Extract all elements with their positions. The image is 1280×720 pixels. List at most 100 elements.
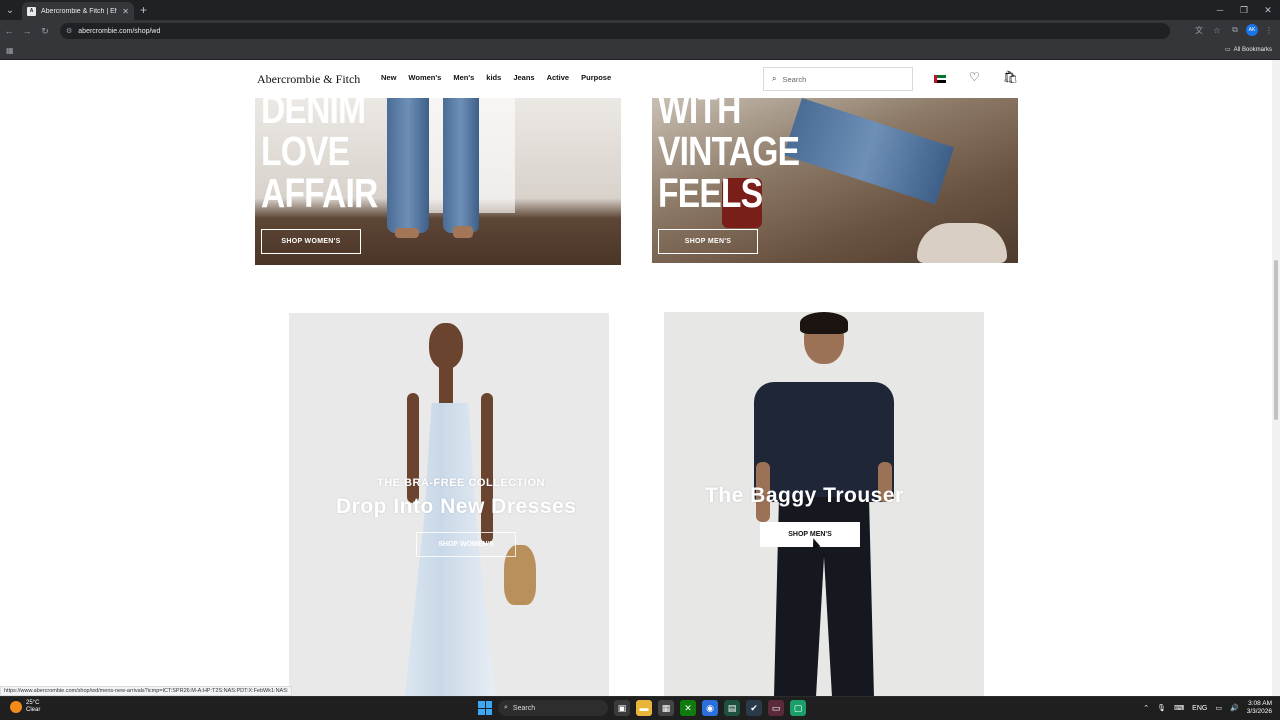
translate-icon[interactable]: 文 [1192,23,1206,37]
shopping-bag-icon[interactable]: 🛍 [1003,70,1018,84]
search-icon: ⌕ [772,74,777,83]
clock-time: 3:08 AM [1248,700,1272,707]
site-header: Abercrombie & Fitch New Women's Men's ki… [0,60,1272,98]
new-tab-icon[interactable]: + [140,3,147,17]
headline-line: AFFAIR [261,170,378,216]
windows-start-icon[interactable] [478,701,492,715]
file-explorer-icon[interactable]: ▬ [636,700,652,716]
tray-chevron-icon[interactable]: ⌃ [1143,704,1149,712]
restore-icon[interactable]: ❐ [1232,0,1256,20]
site-favicon-icon: A [27,6,36,16]
profile-avatar[interactable]: AK [1246,24,1258,36]
promo-tile-mens-vintage[interactable]: WITH VINTAGE FEELS SHOP MEN'S [652,98,1018,263]
tab-search-icon[interactable]: ⌄ [0,0,20,20]
jeans-seated [783,98,955,205]
app-green-icon[interactable]: ▢ [790,700,806,716]
volume-icon[interactable]: 🔊 [1230,704,1239,712]
weather-temp: 25°C [26,700,40,706]
weather-desc: Clear [26,707,41,713]
shop-mens-button[interactable]: SHOP MEN'S [658,229,758,254]
weather-widget[interactable]: 25°C Clear [10,700,40,714]
headline-denim-love-affair: DENIM LOVE AFFAIR [261,98,378,216]
system-tray: ⌃ 🎙 ⌨ ENG ▭ 🔊 3:08 AM 3/3/2026 [1143,700,1272,716]
forward-icon[interactable]: → [18,26,36,36]
collection-kicker: THE BRA-FREE COLLECTION [377,477,545,489]
taskbar-search[interactable]: ⌕ Search [498,700,608,716]
foot-left [395,228,419,238]
web-page: Abercrombie & Fitch New Women's Men's ki… [0,60,1280,696]
site-search-input[interactable]: ⌕ Search [763,67,913,91]
promo-tile-baggy-trouser[interactable]: The Baggy Trouser SHOP MEN'S [664,312,984,696]
headline-line: VINTAGE [658,128,800,174]
page-scrollbar[interactable] [1272,60,1280,696]
trouser-title: The Baggy Trouser [705,484,904,507]
promo-tile-new-dresses[interactable]: THE BRA-FREE COLLECTION Drop Into New Dr… [289,313,609,696]
nav-item-kids[interactable]: kids [486,73,501,82]
model-neck [439,363,453,403]
bookmark-star-icon[interactable]: ☆ [1210,23,1224,37]
address-bar[interactable]: ⚙ abercrombie.com/shop/wd [60,23,1170,39]
back-icon[interactable]: ← [0,26,18,36]
search-placeholder: Search [782,74,807,84]
nav-item-jeans[interactable]: Jeans [513,73,534,82]
taskbar-apps: ⌕ Search ▣ ▬ ▦ ✕ ◉ ▤ ✔ ▭ ▢ [478,700,806,716]
close-tab-icon[interactable]: ✕ [122,7,129,16]
language-indicator[interactable]: ENG [1192,705,1207,712]
url-text: abercrombie.com/shop/wd [78,27,161,35]
nav-item-womens[interactable]: Women's [408,73,441,82]
browser-menu-icon[interactable]: ⋮ [1262,23,1276,37]
taskbar-search-label: Search [512,704,536,712]
country-flag-icon[interactable] [934,75,946,84]
headline-with-vintage-feels: WITH VINTAGE FEELS [658,98,800,216]
nav-item-purpose[interactable]: Purpose [581,73,611,82]
nav-item-mens[interactable]: Men's [453,73,474,82]
minimize-icon[interactable]: ─ [1208,0,1232,20]
all-bookmarks-button[interactable]: ▭ All Bookmarks [1224,46,1272,54]
wishlist-heart-icon[interactable]: ♡ [969,70,980,84]
app-icon[interactable]: ▤ [724,700,740,716]
task-view-icon[interactable]: ▣ [614,700,630,716]
taskbar-clock[interactable]: 3:08 AM 3/3/2026 [1247,700,1272,716]
headline-line: LOVE [261,128,350,174]
promo-tile-womens-denim[interactable]: DENIM LOVE AFFAIR SHOP WOMEN'S [255,98,621,265]
browser-tab-strip: ⌄ A Abercrombie & Fitch | Effortle... ✕ … [0,0,1280,20]
calendar-app-icon[interactable]: ▦ [658,700,674,716]
site-info-icon[interactable]: ⚙ [66,27,72,35]
steam-icon[interactable]: ✔ [746,700,762,716]
window-controls: ─ ❐ ✕ [1208,0,1280,20]
reload-icon[interactable]: ↻ [36,26,54,37]
windows-taskbar: 25°C Clear ⌕ Search ▣ ▬ ▦ ✕ ◉ ▤ ✔ ▭ ▢ ⌃ … [0,696,1280,720]
nav-item-active[interactable]: Active [547,73,570,82]
chrome-icon[interactable]: ◉ [702,700,718,716]
site-logo[interactable]: Abercrombie & Fitch [257,72,360,87]
headline-line: FEELS [658,170,763,216]
jeans-leg-right [443,98,479,233]
shop-womens-dresses-button[interactable]: SHOP WOMEN'S [416,532,516,557]
link-status-bar: https://www.abercrombie.com/shop/wd/mens… [0,686,293,696]
model-hair [800,312,848,334]
model-arm-right [481,393,493,543]
tab-title: Abercrombie & Fitch | Effortle... [41,7,117,15]
apps-grid-icon[interactable]: ▦ [6,46,14,55]
keyboard-icon[interactable]: ⌨ [1174,704,1184,712]
folder-icon: ▭ [1224,47,1231,53]
microphone-icon[interactable]: 🎙 [1157,704,1166,712]
headline-line: WITH [658,98,741,132]
nav-item-new[interactable]: New [381,73,396,82]
scrollbar-thumb[interactable] [1274,260,1278,420]
network-icon[interactable]: ▭ [1215,704,1222,712]
all-bookmarks-label: All Bookmarks [1233,46,1272,53]
foot-right [453,226,473,238]
extensions-icon[interactable]: ⧉ [1228,23,1242,37]
collection-title: Drop Into New Dresses [336,495,577,518]
xbox-icon[interactable]: ✕ [680,700,696,716]
main-nav: New Women's Men's kids Jeans Active Purp… [381,73,611,82]
terminal-icon[interactable]: ▭ [768,700,784,716]
close-window-icon[interactable]: ✕ [1256,0,1280,20]
shop-womens-button[interactable]: SHOP WOMEN'S [261,229,361,254]
browser-tab[interactable]: A Abercrombie & Fitch | Effortle... ✕ [22,2,134,20]
jeans-leg-left [387,98,429,233]
search-icon: ⌕ [504,704,508,711]
clock-date: 3/3/2026 [1246,708,1272,715]
headline-line: DENIM [261,98,366,132]
